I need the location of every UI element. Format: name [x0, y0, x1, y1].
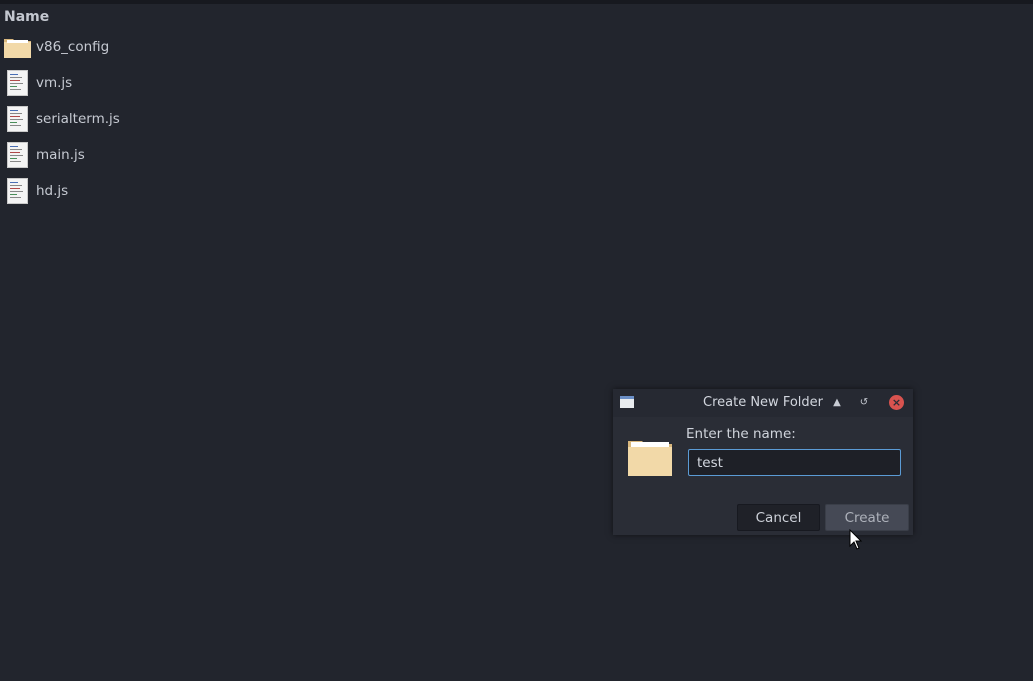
list-item[interactable]: main.js [0, 137, 1033, 173]
list-item[interactable]: vm.js [0, 65, 1033, 101]
dialog-title: Create New Folder [703, 395, 823, 410]
folder-icon [628, 441, 672, 476]
restore-icon[interactable]: ↺ [857, 396, 871, 410]
js-file-icon [7, 106, 28, 132]
cancel-button[interactable]: Cancel [737, 504, 820, 531]
list-item-label: main.js [36, 147, 85, 163]
list-item[interactable]: serialterm.js [0, 101, 1033, 137]
close-icon[interactable]: × [889, 395, 904, 410]
list-item[interactable]: v86_config [0, 29, 1033, 65]
folder-icon [4, 39, 31, 58]
create-button[interactable]: Create [825, 504, 909, 531]
dialog-titlebar[interactable]: Create New Folder ▲ ↺ × [613, 389, 913, 417]
js-file-icon [7, 178, 28, 204]
folder-name-input[interactable] [688, 449, 901, 476]
create-folder-dialog: Create New Folder ▲ ↺ × Enter the name: … [613, 389, 913, 535]
shade-icon[interactable]: ▲ [830, 396, 844, 410]
top-border [0, 0, 1033, 4]
list-item-label: hd.js [36, 183, 69, 199]
list-item-label: vm.js [36, 75, 73, 91]
name-prompt-label: Enter the name: [686, 426, 796, 442]
list-item-label: v86_config [36, 39, 110, 55]
window-icon[interactable] [620, 396, 634, 408]
js-file-icon [7, 70, 28, 96]
mouse-cursor-icon [849, 529, 863, 550]
name-column-header[interactable]: Name [0, 5, 1033, 29]
list-item[interactable]: hd.js [0, 173, 1033, 209]
list-item-label: serialterm.js [36, 111, 120, 127]
js-file-icon [7, 142, 28, 168]
